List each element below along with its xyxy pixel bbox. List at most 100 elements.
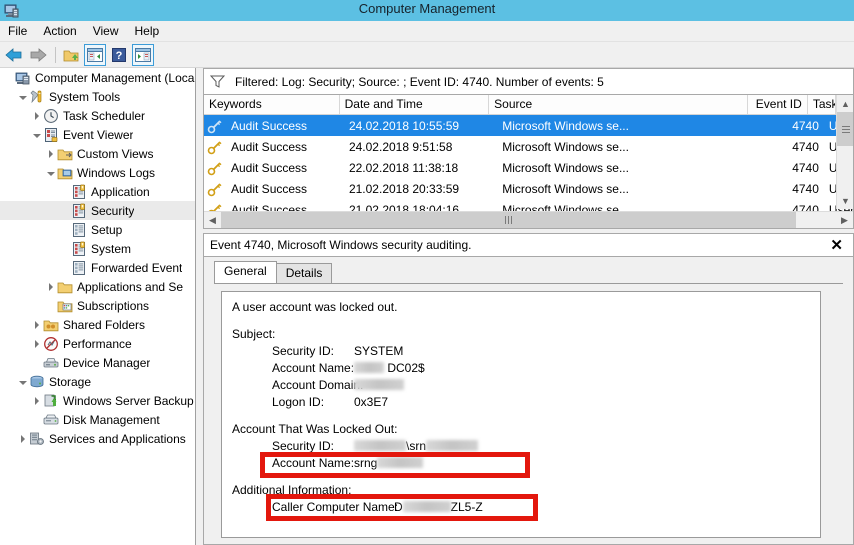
tree-item-system-tools[interactable]: System Tools — [0, 87, 195, 106]
menu-view[interactable]: View — [85, 22, 127, 40]
tree-item-device-manager[interactable]: Device Manager — [0, 353, 195, 372]
tree-item-event-viewer[interactable]: Event Viewer — [0, 125, 195, 144]
cell-date-and-time: 24.02.2018 10:55:59 — [344, 119, 497, 133]
field-value: DZL5-Z — [394, 500, 810, 517]
tab-general[interactable]: General — [214, 261, 277, 283]
column-header-date-and-time[interactable]: Date and Time — [340, 95, 490, 114]
cell-keywords: Audit Success — [226, 140, 344, 154]
tree-item-label: Task Scheduler — [63, 109, 145, 123]
vertical-scroll-thumb[interactable] — [837, 112, 854, 146]
menu-file[interactable]: File — [0, 22, 35, 40]
scroll-down-button[interactable]: ▼ — [837, 192, 854, 209]
chevron-down-icon[interactable] — [16, 90, 29, 103]
tab-details[interactable]: Details — [276, 263, 333, 283]
tree-item-label: Performance — [63, 337, 132, 351]
tree-item-system[interactable]: System — [0, 239, 195, 258]
show-hide-console-tree-button[interactable] — [84, 44, 106, 66]
field-label: Security ID: — [232, 344, 354, 361]
field-label: Account Name: — [232, 361, 354, 378]
log-plain-icon — [71, 222, 87, 238]
close-icon[interactable]: ✕ — [826, 236, 847, 254]
event-list-header[interactable]: KeywordsDate and TimeSourceEvent IDTask▲ — [204, 95, 853, 115]
tree-item-computer-management-local[interactable]: Computer Management (Local — [0, 68, 195, 87]
scroll-up-button[interactable]: ▲ — [837, 95, 854, 112]
back-button[interactable] — [3, 44, 25, 66]
tree-item-setup[interactable]: Setup — [0, 220, 195, 239]
event-row[interactable]: Audit Success24.02.2018 9:51:58Microsoft… — [204, 136, 853, 157]
cell-keywords: Audit Success — [226, 161, 344, 175]
tree-item-custom-views[interactable]: Custom Views — [0, 144, 195, 163]
folder-view-icon — [57, 146, 73, 162]
event-list-vertical-scrollbar[interactable]: ▲ ▼ — [836, 95, 853, 209]
tree-item-services-and-applications[interactable]: Services and Applications — [0, 429, 195, 448]
tree-item-shared-folders[interactable]: Shared Folders — [0, 315, 195, 334]
chevron-right-icon[interactable] — [30, 109, 43, 122]
tree-item-windows-logs[interactable]: Windows Logs — [0, 163, 195, 182]
chevron-right-icon[interactable] — [16, 432, 29, 445]
event-list-body[interactable]: Audit Success24.02.2018 10:55:59Microsof… — [204, 115, 853, 220]
show-hide-action-pane-button[interactable] — [132, 44, 154, 66]
tree-twisty-empty — [58, 223, 71, 236]
tree-item-windows-server-backup[interactable]: Windows Server Backup — [0, 391, 195, 410]
tree-item-security[interactable]: Security — [0, 201, 195, 220]
chevron-right-icon[interactable] — [44, 280, 57, 293]
tools-icon — [29, 89, 45, 105]
tree-item-label: Forwarded Event — [91, 261, 182, 275]
event-list-horizontal-scrollbar[interactable]: ◀ ▶ — [204, 211, 853, 228]
log-icon — [71, 241, 87, 257]
event-row[interactable]: Audit Success21.02.2018 20:33:59Microsof… — [204, 178, 853, 199]
column-header-source[interactable]: Source — [489, 95, 747, 114]
tree-item-storage[interactable]: Storage — [0, 372, 195, 391]
tree-item-label: Services and Applications — [49, 432, 186, 446]
computer-management-window: Computer Management File Action View Hel… — [0, 0, 854, 545]
tree-item-subscriptions[interactable]: Subscriptions — [0, 296, 195, 315]
event-description: A user account was locked out. Subject: … — [221, 291, 821, 538]
event-list[interactable]: KeywordsDate and TimeSourceEvent IDTask▲… — [203, 94, 854, 229]
subscriptions-icon — [57, 298, 73, 314]
scroll-left-button[interactable]: ◀ — [204, 212, 221, 229]
chevron-down-icon[interactable] — [30, 128, 43, 141]
column-header-event-id[interactable]: Event ID — [748, 95, 808, 114]
chevron-right-icon[interactable] — [30, 318, 43, 331]
field-value: DC02$ — [354, 361, 810, 378]
event-row[interactable]: Audit Success24.02.2018 10:55:59Microsof… — [204, 115, 853, 136]
chevron-right-icon[interactable] — [30, 394, 43, 407]
tree-item-task-scheduler[interactable]: Task Scheduler — [0, 106, 195, 125]
up-one-level-button[interactable] — [60, 44, 82, 66]
scroll-right-button[interactable]: ▶ — [836, 212, 853, 229]
menu-action[interactable]: Action — [35, 22, 84, 40]
arrow-left-icon — [5, 47, 23, 63]
cell-date-and-time: 21.02.2018 20:33:59 — [344, 182, 497, 196]
chevron-right-icon[interactable] — [30, 337, 43, 350]
event-detail-body: General Details A user account was locke… — [203, 257, 854, 545]
chevron-down-icon[interactable] — [44, 166, 57, 179]
tree-item-label: Shared Folders — [63, 318, 145, 332]
tree-item-disk-management[interactable]: Disk Management — [0, 410, 195, 429]
menu-help[interactable]: Help — [127, 22, 168, 40]
tree-item-label: System Tools — [49, 90, 120, 104]
computer-icon — [15, 70, 31, 86]
pane-splitter[interactable] — [196, 68, 203, 545]
column-header-keywords[interactable]: Keywords — [204, 95, 340, 114]
tab-underline — [214, 283, 843, 284]
tree-twisty-empty — [58, 204, 71, 217]
window-title: Computer Management — [0, 1, 854, 16]
event-summary: A user account was locked out. — [232, 300, 397, 317]
tree-twisty-empty — [30, 356, 43, 369]
console-tree[interactable]: Computer Management (Local System Tools Ta… — [0, 68, 196, 545]
event-row[interactable]: Audit Success22.02.2018 11:38:18Microsof… — [204, 157, 853, 178]
chevron-right-icon[interactable] — [44, 147, 57, 160]
horizontal-scroll-track[interactable] — [221, 212, 836, 229]
event-detail-tabs[interactable]: General Details — [204, 261, 853, 283]
column-header-task[interactable]: Task — [808, 95, 837, 114]
forward-button[interactable] — [27, 44, 49, 66]
tree-item-forwarded-event[interactable]: Forwarded Event — [0, 258, 195, 277]
tree-item-application[interactable]: Application — [0, 182, 195, 201]
tree-item-label: Computer Management (Local — [35, 71, 195, 85]
help-button[interactable]: ? — [108, 44, 130, 66]
horizontal-scroll-thumb[interactable] — [221, 212, 796, 229]
tree-item-performance[interactable]: Performance — [0, 334, 195, 353]
tree-item-applications-and-se[interactable]: Applications and Se — [0, 277, 195, 296]
chevron-down-icon[interactable] — [16, 375, 29, 388]
device-manager-icon — [43, 355, 59, 371]
